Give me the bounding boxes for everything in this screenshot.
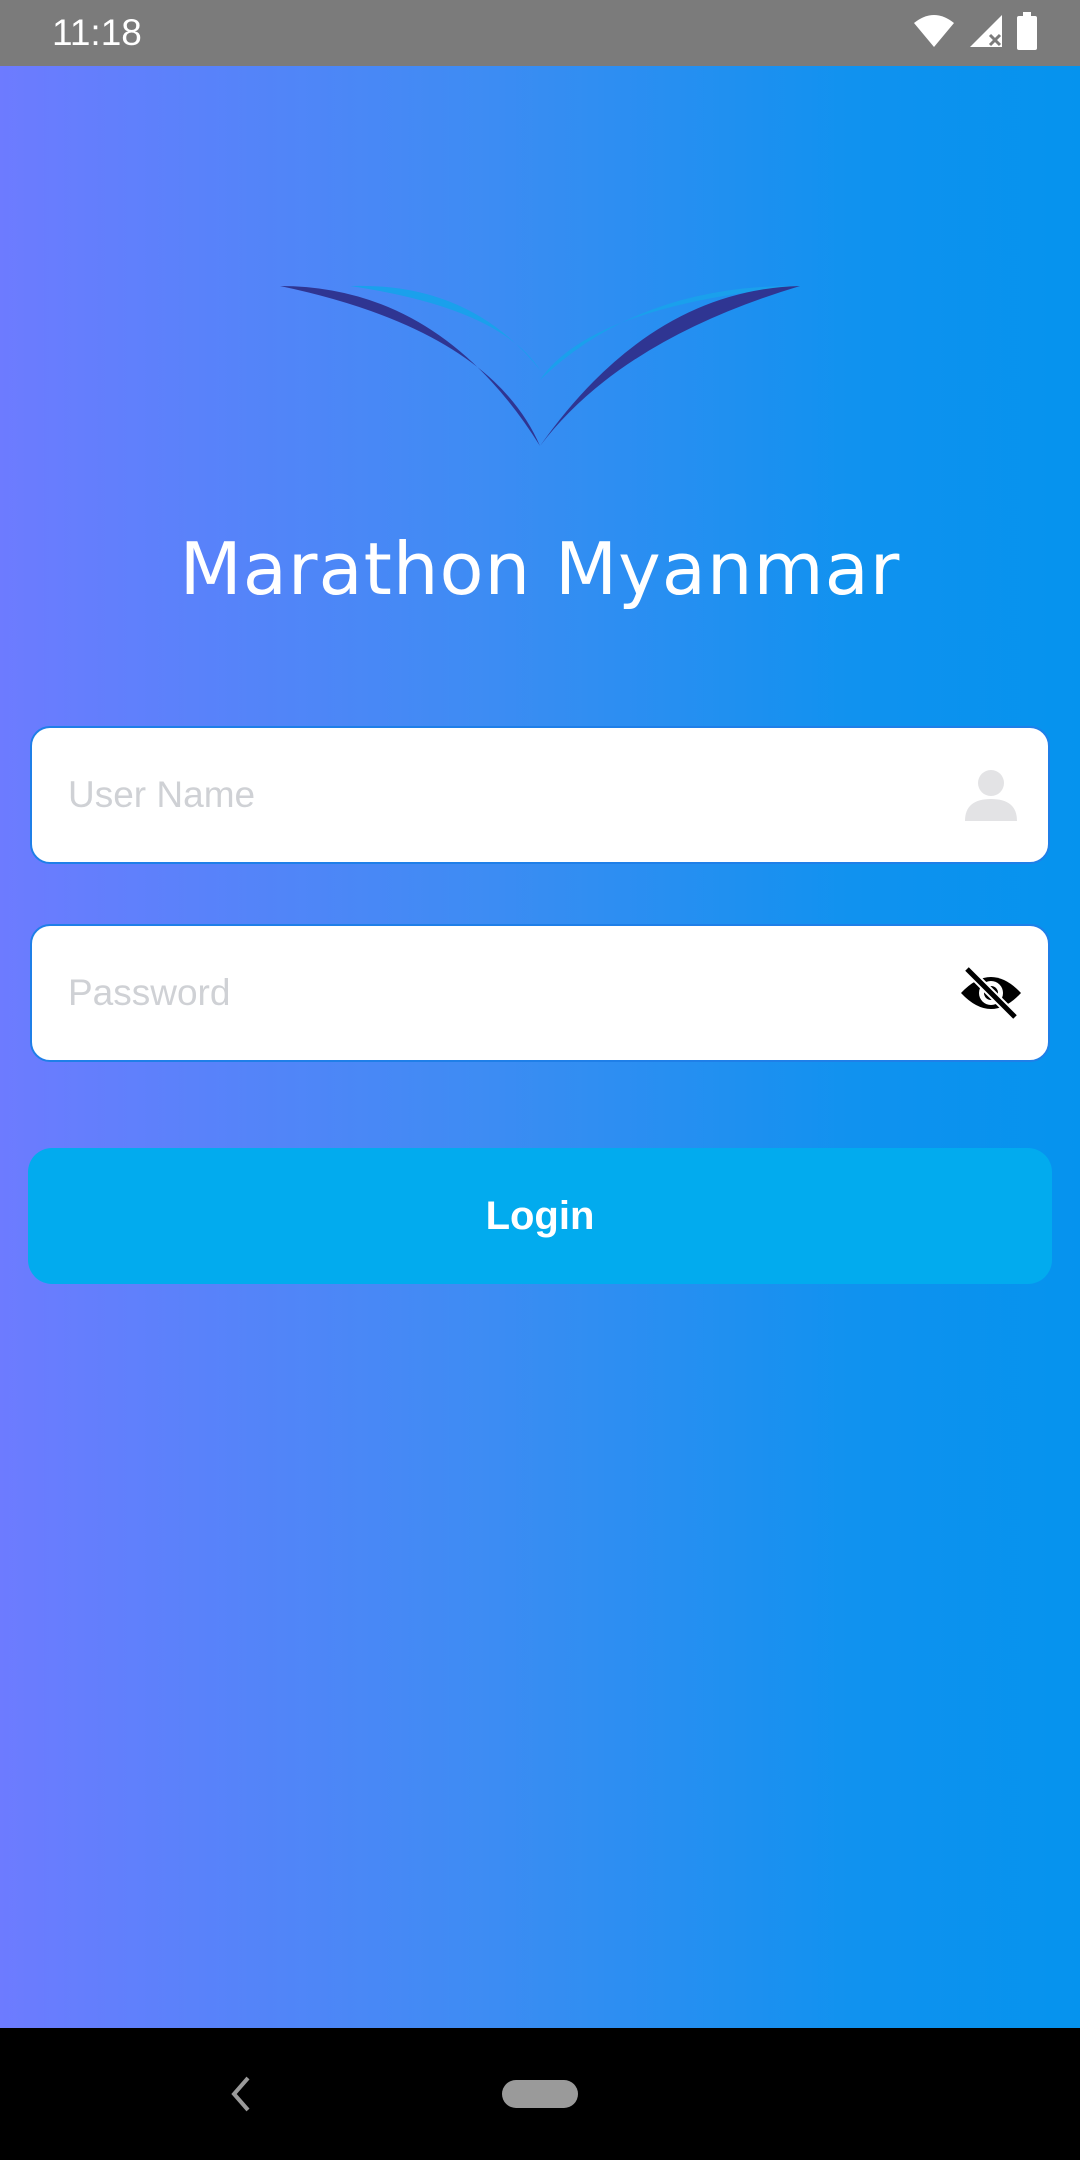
person-icon bbox=[958, 762, 1024, 828]
status-icons bbox=[912, 11, 1038, 55]
back-icon[interactable] bbox=[222, 2072, 258, 2116]
status-time: 11:18 bbox=[52, 12, 142, 53]
cell-signal-icon bbox=[968, 13, 1004, 54]
password-field[interactable] bbox=[30, 924, 1050, 1062]
password-input[interactable] bbox=[68, 926, 928, 1060]
battery-icon bbox=[1016, 11, 1038, 55]
login-screen: Marathon Myanmar Login bbox=[0, 66, 1080, 2028]
eye-off-icon[interactable] bbox=[958, 960, 1024, 1026]
username-input[interactable] bbox=[68, 728, 928, 862]
navigation-bar bbox=[0, 2028, 1080, 2160]
username-field[interactable] bbox=[30, 726, 1050, 864]
app-title: Marathon Myanmar bbox=[179, 527, 901, 611]
home-pill-icon[interactable] bbox=[502, 2080, 578, 2108]
app-logo bbox=[270, 270, 810, 470]
wifi-icon bbox=[912, 13, 956, 54]
status-bar: 11:18 bbox=[0, 0, 1080, 66]
login-button[interactable]: Login bbox=[28, 1148, 1052, 1284]
